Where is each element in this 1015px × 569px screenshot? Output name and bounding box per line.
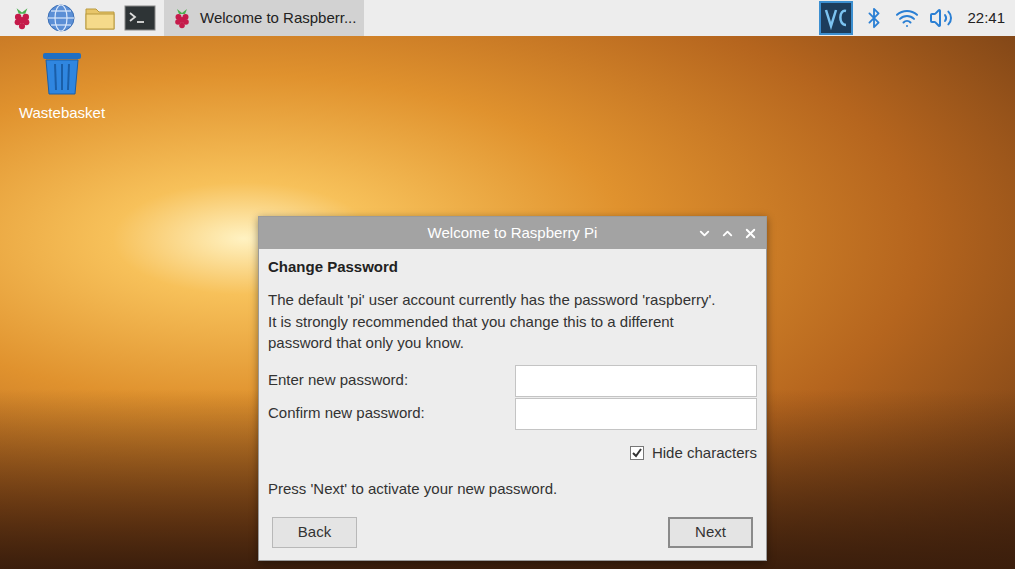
checkbox-label: Hide characters bbox=[652, 442, 757, 465]
raspberry-icon bbox=[9, 5, 35, 31]
clock: 22:41 bbox=[967, 7, 1005, 30]
raspberry-icon bbox=[170, 6, 194, 30]
checkbox[interactable] bbox=[630, 446, 644, 460]
title-bar[interactable]: Welcome to Raspberry Pi bbox=[259, 217, 766, 249]
description-line: The default 'pi' user account currently … bbox=[268, 289, 757, 311]
browser-icon[interactable] bbox=[46, 3, 76, 33]
close-icon[interactable] bbox=[743, 226, 758, 241]
vnc-icon[interactable] bbox=[819, 1, 853, 35]
dialog-button[interactable]: Back bbox=[272, 517, 357, 548]
hint: Press 'Next' to activate your new passwo… bbox=[268, 478, 757, 501]
desktop-icon-label: Wastebasket bbox=[19, 102, 105, 125]
task-button-label: Welcome to Raspberr... bbox=[200, 7, 356, 30]
field-label: Confirm new password: bbox=[268, 402, 425, 425]
taskbar: Welcome to Raspberr... 22:41 bbox=[0, 0, 1015, 36]
dialog: Welcome to Raspberry Pi Change Password Th… bbox=[258, 216, 767, 561]
password-field[interactable] bbox=[515, 398, 757, 430]
dialog-body: Change Password The default 'pi' user acc… bbox=[259, 249, 766, 560]
button-row: Back Next bbox=[268, 517, 757, 548]
description: The default 'pi' user account currently … bbox=[268, 289, 757, 354]
screen: Welcome to Raspberr... 22:41 Wastebasket We… bbox=[0, 0, 1015, 569]
fields: Enter new password: Confirm new password: bbox=[268, 365, 757, 430]
checkbox-row[interactable]: Hide characters bbox=[268, 442, 757, 465]
maximize-icon[interactable] bbox=[720, 226, 735, 241]
dialog-title: Welcome to Raspberry Pi bbox=[259, 222, 766, 245]
volume-icon[interactable] bbox=[929, 6, 953, 30]
dialog-button[interactable]: Next bbox=[668, 517, 753, 548]
bluetooth-icon[interactable] bbox=[863, 7, 885, 29]
folder-icon[interactable] bbox=[84, 3, 116, 33]
field-row: Confirm new password: bbox=[268, 398, 757, 430]
task-button[interactable]: Welcome to Raspberr... bbox=[164, 0, 364, 36]
password-field[interactable] bbox=[515, 365, 757, 397]
dialog-heading: Change Password bbox=[268, 256, 757, 278]
minimize-icon[interactable] bbox=[697, 226, 712, 241]
check-icon bbox=[631, 447, 643, 459]
field-row: Enter new password: bbox=[268, 365, 757, 397]
terminal-icon[interactable] bbox=[124, 3, 156, 33]
desktop: Wastebasket Welcome to Raspberry Pi Change… bbox=[0, 36, 1015, 569]
description-line: It is strongly recommended that you chan… bbox=[268, 311, 757, 333]
menu-button[interactable] bbox=[6, 2, 38, 34]
wifi-icon[interactable] bbox=[895, 6, 919, 30]
field-label: Enter new password: bbox=[268, 369, 408, 392]
desktop-icon[interactable]: Wastebasket bbox=[12, 50, 112, 125]
tray: 22:41 bbox=[819, 1, 1009, 35]
wastebasket-icon bbox=[39, 50, 85, 96]
description-line: password that only you know. bbox=[268, 332, 757, 354]
